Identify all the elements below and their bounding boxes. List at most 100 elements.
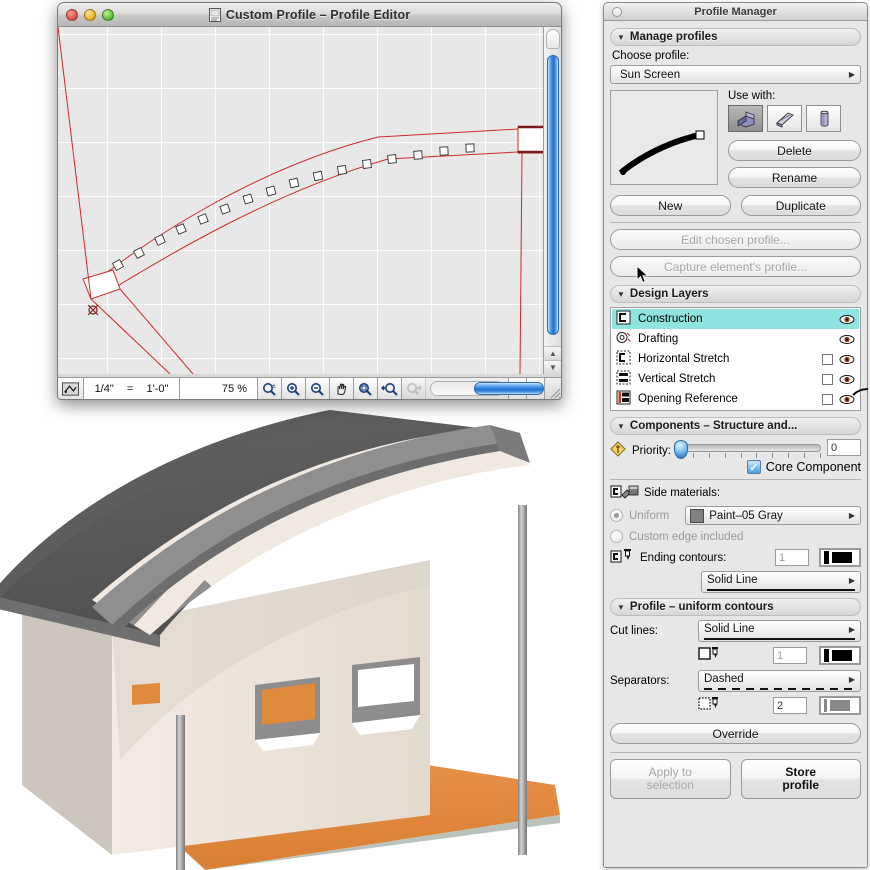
chevron-right-icon: ▶	[848, 575, 855, 585]
design-layers-list[interactable]: Construction Drafting Horizontal Stretch…	[610, 307, 861, 411]
profile-editor-titlebar[interactable]: Custom Profile – Profile Editor	[58, 3, 561, 27]
model-3d-view	[0, 385, 600, 870]
zoom-set-icon[interactable]: ±	[258, 378, 282, 399]
wall-icon[interactable]	[728, 105, 763, 132]
material-dropdown[interactable]: Paint–05 Gray ▶	[685, 506, 861, 525]
horizontal-scroll-thumb[interactable]	[474, 382, 544, 395]
section-profile-uniform-contours-label: Profile – uniform contours	[629, 601, 774, 613]
scroll-up-arrow[interactable]: ▲	[544, 346, 561, 360]
ending-contours-line-dropdown[interactable]: Solid Line ▶	[701, 571, 861, 593]
choose-profile-dropdown[interactable]: Sun Screen ▶	[610, 65, 861, 84]
profile-editor-window[interactable]: Custom Profile – Profile Editor ▲ ▼ 1/4"…	[57, 2, 562, 400]
choose-profile-label: Choose profile:	[612, 50, 690, 62]
separators-dropdown[interactable]: Dashed ▶	[698, 670, 861, 692]
section-manage-profiles[interactable]: ▼ Manage profiles	[610, 28, 861, 46]
close-icon[interactable]	[612, 7, 622, 17]
apply-to-selection-button[interactable]: Apply to selection	[610, 759, 731, 799]
chevron-right-icon: ▶	[848, 624, 855, 634]
layer-checkbox[interactable]	[822, 393, 833, 405]
stray-profile-mark	[852, 386, 870, 403]
capture-element-profile-button[interactable]: Capture element's profile...	[610, 256, 861, 277]
ending-contours-pen-field[interactable]: 1	[775, 549, 809, 566]
separators-pen-weight-button[interactable]	[819, 696, 861, 715]
chevron-down-icon: ▼	[617, 602, 625, 612]
zoom-percent-display[interactable]: 75 %	[180, 378, 258, 399]
table-row[interactable]: Vertical Stretch	[612, 369, 859, 389]
zoom-previous-icon[interactable]	[378, 378, 402, 399]
vertical-scroll-thumb[interactable]	[547, 55, 559, 335]
horizontal-stretch-layer-icon	[616, 350, 632, 368]
edit-chosen-profile-button[interactable]: Edit chosen profile...	[610, 229, 861, 250]
section-design-layers-label: Design Layers	[629, 288, 709, 300]
dotted-square-icon[interactable]	[698, 696, 722, 715]
rename-button[interactable]: Rename	[728, 167, 861, 188]
priority-ticks	[676, 453, 821, 458]
zoom-in-icon[interactable]	[282, 378, 306, 399]
scale-left: 1/4"	[94, 382, 114, 395]
pan-hand-icon[interactable]	[330, 378, 354, 399]
store-profile-button[interactable]: Store profile	[740, 759, 861, 799]
visibility-eye-icon[interactable]	[839, 314, 855, 325]
profile-editor-status-bar[interactable]: 1/4" = 1'-0" 75 % ±	[58, 377, 561, 399]
beam-icon[interactable]	[767, 105, 802, 132]
canvas-horizontal-scrollbar[interactable]	[426, 378, 544, 399]
table-row[interactable]: Horizontal Stretch	[612, 349, 859, 369]
zoom-button[interactable]	[102, 9, 114, 21]
table-row[interactable]: Drafting	[612, 329, 859, 349]
visibility-eye-icon[interactable]	[839, 354, 855, 365]
resize-grip[interactable]	[545, 378, 561, 399]
layer-checkbox[interactable]	[822, 353, 833, 365]
use-with-label: Use with:	[728, 90, 776, 102]
scrollbar-top-cap	[546, 29, 560, 49]
priority-slider-knob[interactable]	[673, 440, 688, 459]
priority-diamond-icon	[610, 441, 626, 460]
core-component-checkbox[interactable]: ✓	[746, 460, 761, 474]
ending-contours-pen-weight-button[interactable]	[819, 548, 861, 567]
delete-button[interactable]: Delete	[728, 140, 861, 161]
section-components[interactable]: ▼ Components – Structure and...	[610, 417, 861, 435]
cut-lines-dropdown[interactable]: Solid Line ▶	[698, 620, 861, 642]
profile-editor-canvas[interactable]	[58, 27, 545, 374]
priority-value-field[interactable]: 0	[827, 439, 861, 456]
profile-manager-palette[interactable]: Profile Manager ▼ Manage profiles Choose…	[603, 2, 868, 868]
layer-scale-icon[interactable]	[58, 378, 84, 399]
minimize-button[interactable]	[84, 9, 96, 21]
custom-edge-radio[interactable]	[610, 530, 623, 543]
section-design-layers[interactable]: ▼ Design Layers	[610, 285, 861, 303]
table-row[interactable]: Opening Reference	[612, 389, 859, 409]
empty-square-icon[interactable]	[698, 646, 722, 665]
window-controls[interactable]	[66, 9, 114, 21]
table-row[interactable]: Construction	[612, 309, 859, 329]
duplicate-profile-button[interactable]: Duplicate	[740, 195, 861, 216]
chevron-right-icon: ▶	[848, 674, 855, 684]
fit-to-window-icon[interactable]	[354, 378, 378, 399]
new-profile-button[interactable]: New	[610, 195, 731, 216]
canvas-vertical-scrollbar[interactable]: ▲ ▼	[543, 27, 561, 374]
section-manage-profiles-label: Manage profiles	[629, 31, 718, 43]
pen-thick-swatch	[832, 552, 852, 563]
apply-to-selection-line2: selection	[646, 778, 694, 792]
cut-lines-pen-weight-button[interactable]	[819, 646, 861, 665]
close-button[interactable]	[66, 9, 78, 21]
scroll-down-arrow[interactable]: ▼	[544, 360, 561, 374]
section-profile-uniform-contours[interactable]: ▼ Profile – uniform contours	[610, 598, 861, 616]
visibility-eye-icon[interactable]	[839, 374, 855, 385]
visibility-eye-icon[interactable]	[839, 334, 855, 345]
zoom-out-icon[interactable]	[306, 378, 330, 399]
cut-lines-pen-field[interactable]: 1	[773, 647, 807, 664]
uniform-radio[interactable]	[610, 509, 623, 522]
chevron-down-icon: ▼	[617, 32, 625, 42]
profile-editor-title: Custom Profile – Profile Editor	[58, 7, 561, 22]
profile-manager-titlebar[interactable]: Profile Manager	[604, 3, 867, 21]
pen-thin-swatch	[824, 699, 827, 712]
zoom-next-icon[interactable]	[402, 378, 426, 399]
override-button[interactable]: Override	[610, 723, 861, 744]
ending-contours-line-value: Solid Line	[707, 574, 758, 586]
layer-checkbox[interactable]	[822, 373, 833, 385]
column-icon[interactable]	[806, 105, 841, 132]
construction-layer-icon	[616, 310, 632, 328]
separators-pen-field[interactable]: 2	[773, 697, 807, 714]
priority-slider-track[interactable]	[673, 440, 821, 459]
priority-slider[interactable]	[673, 440, 821, 459]
scale-display[interactable]: 1/4" = 1'-0"	[84, 378, 180, 399]
